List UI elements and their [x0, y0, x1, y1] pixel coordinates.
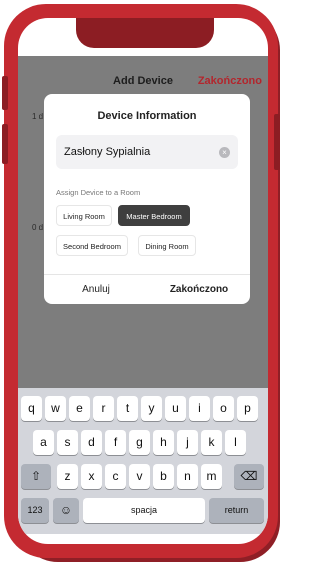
key-x[interactable]: x: [81, 464, 102, 489]
key-i[interactable]: i: [189, 396, 210, 421]
key-p[interactable]: p: [237, 396, 258, 421]
side-button-power: [274, 114, 280, 170]
cancel-button[interactable]: Anuluj: [44, 275, 148, 304]
notch: [76, 18, 214, 48]
room-chip-living-room[interactable]: Living Room: [56, 205, 112, 226]
key-b[interactable]: b: [153, 464, 174, 489]
key-q[interactable]: q: [21, 396, 42, 421]
return-key[interactable]: return: [209, 498, 264, 523]
device-info-dialog: Device Information Zasłony Sypialnia × A…: [44, 94, 250, 304]
confirm-button[interactable]: Zakończono: [148, 275, 250, 304]
key-h[interactable]: h: [153, 430, 174, 455]
clear-icon[interactable]: ×: [219, 147, 230, 158]
space-key[interactable]: spacja: [83, 498, 205, 523]
background-item-2: 0 d: [32, 223, 44, 232]
shift-key[interactable]: ⇧: [21, 464, 51, 489]
phone-screen: Add Device Zakończono 1 d 0 d Device Inf…: [18, 18, 268, 544]
emoji-key[interactable]: ☺: [53, 498, 79, 523]
key-u[interactable]: u: [165, 396, 186, 421]
phone-frame: Add Device Zakończono 1 d 0 d Device Inf…: [2, 4, 280, 558]
dialog-title: Device Information: [97, 110, 197, 122]
side-button-mute: [2, 76, 8, 110]
key-g[interactable]: g: [129, 430, 150, 455]
numbers-key[interactable]: 123: [21, 498, 49, 523]
key-v[interactable]: v: [129, 464, 150, 489]
key-l[interactable]: l: [225, 430, 246, 455]
device-name-value[interactable]: Zasłony Sypialnia: [64, 146, 150, 158]
key-y[interactable]: y: [141, 396, 162, 421]
keyboard: q w e r t y u i o p a s d f g h j k l ⇧ …: [18, 388, 268, 534]
key-r[interactable]: r: [93, 396, 114, 421]
key-d[interactable]: d: [81, 430, 102, 455]
side-button-volume: [2, 124, 8, 164]
key-k[interactable]: k: [201, 430, 222, 455]
key-j[interactable]: j: [177, 430, 198, 455]
key-m[interactable]: m: [201, 464, 222, 489]
nav-done-button[interactable]: Zakończono: [198, 75, 262, 87]
key-n[interactable]: n: [177, 464, 198, 489]
room-chip-master-bedroom[interactable]: Master Bedroom: [118, 205, 190, 226]
key-a[interactable]: a: [33, 430, 54, 455]
key-w[interactable]: w: [45, 396, 66, 421]
key-z[interactable]: z: [57, 464, 78, 489]
key-s[interactable]: s: [57, 430, 78, 455]
device-name-input[interactable]: Zasłony Sypialnia ×: [56, 135, 238, 169]
backspace-key[interactable]: ⌫: [234, 464, 264, 489]
room-chip-second-bedroom[interactable]: Second Bedroom: [56, 235, 128, 256]
key-f[interactable]: f: [105, 430, 126, 455]
room-chip-dining-room[interactable]: Dining Room: [138, 235, 196, 256]
key-c[interactable]: c: [105, 464, 126, 489]
assign-room-label: Assign Device to a Room: [56, 188, 141, 197]
key-o[interactable]: o: [213, 396, 234, 421]
background-item-1: 1 d: [32, 112, 44, 121]
key-e[interactable]: e: [69, 396, 90, 421]
key-t[interactable]: t: [117, 396, 138, 421]
